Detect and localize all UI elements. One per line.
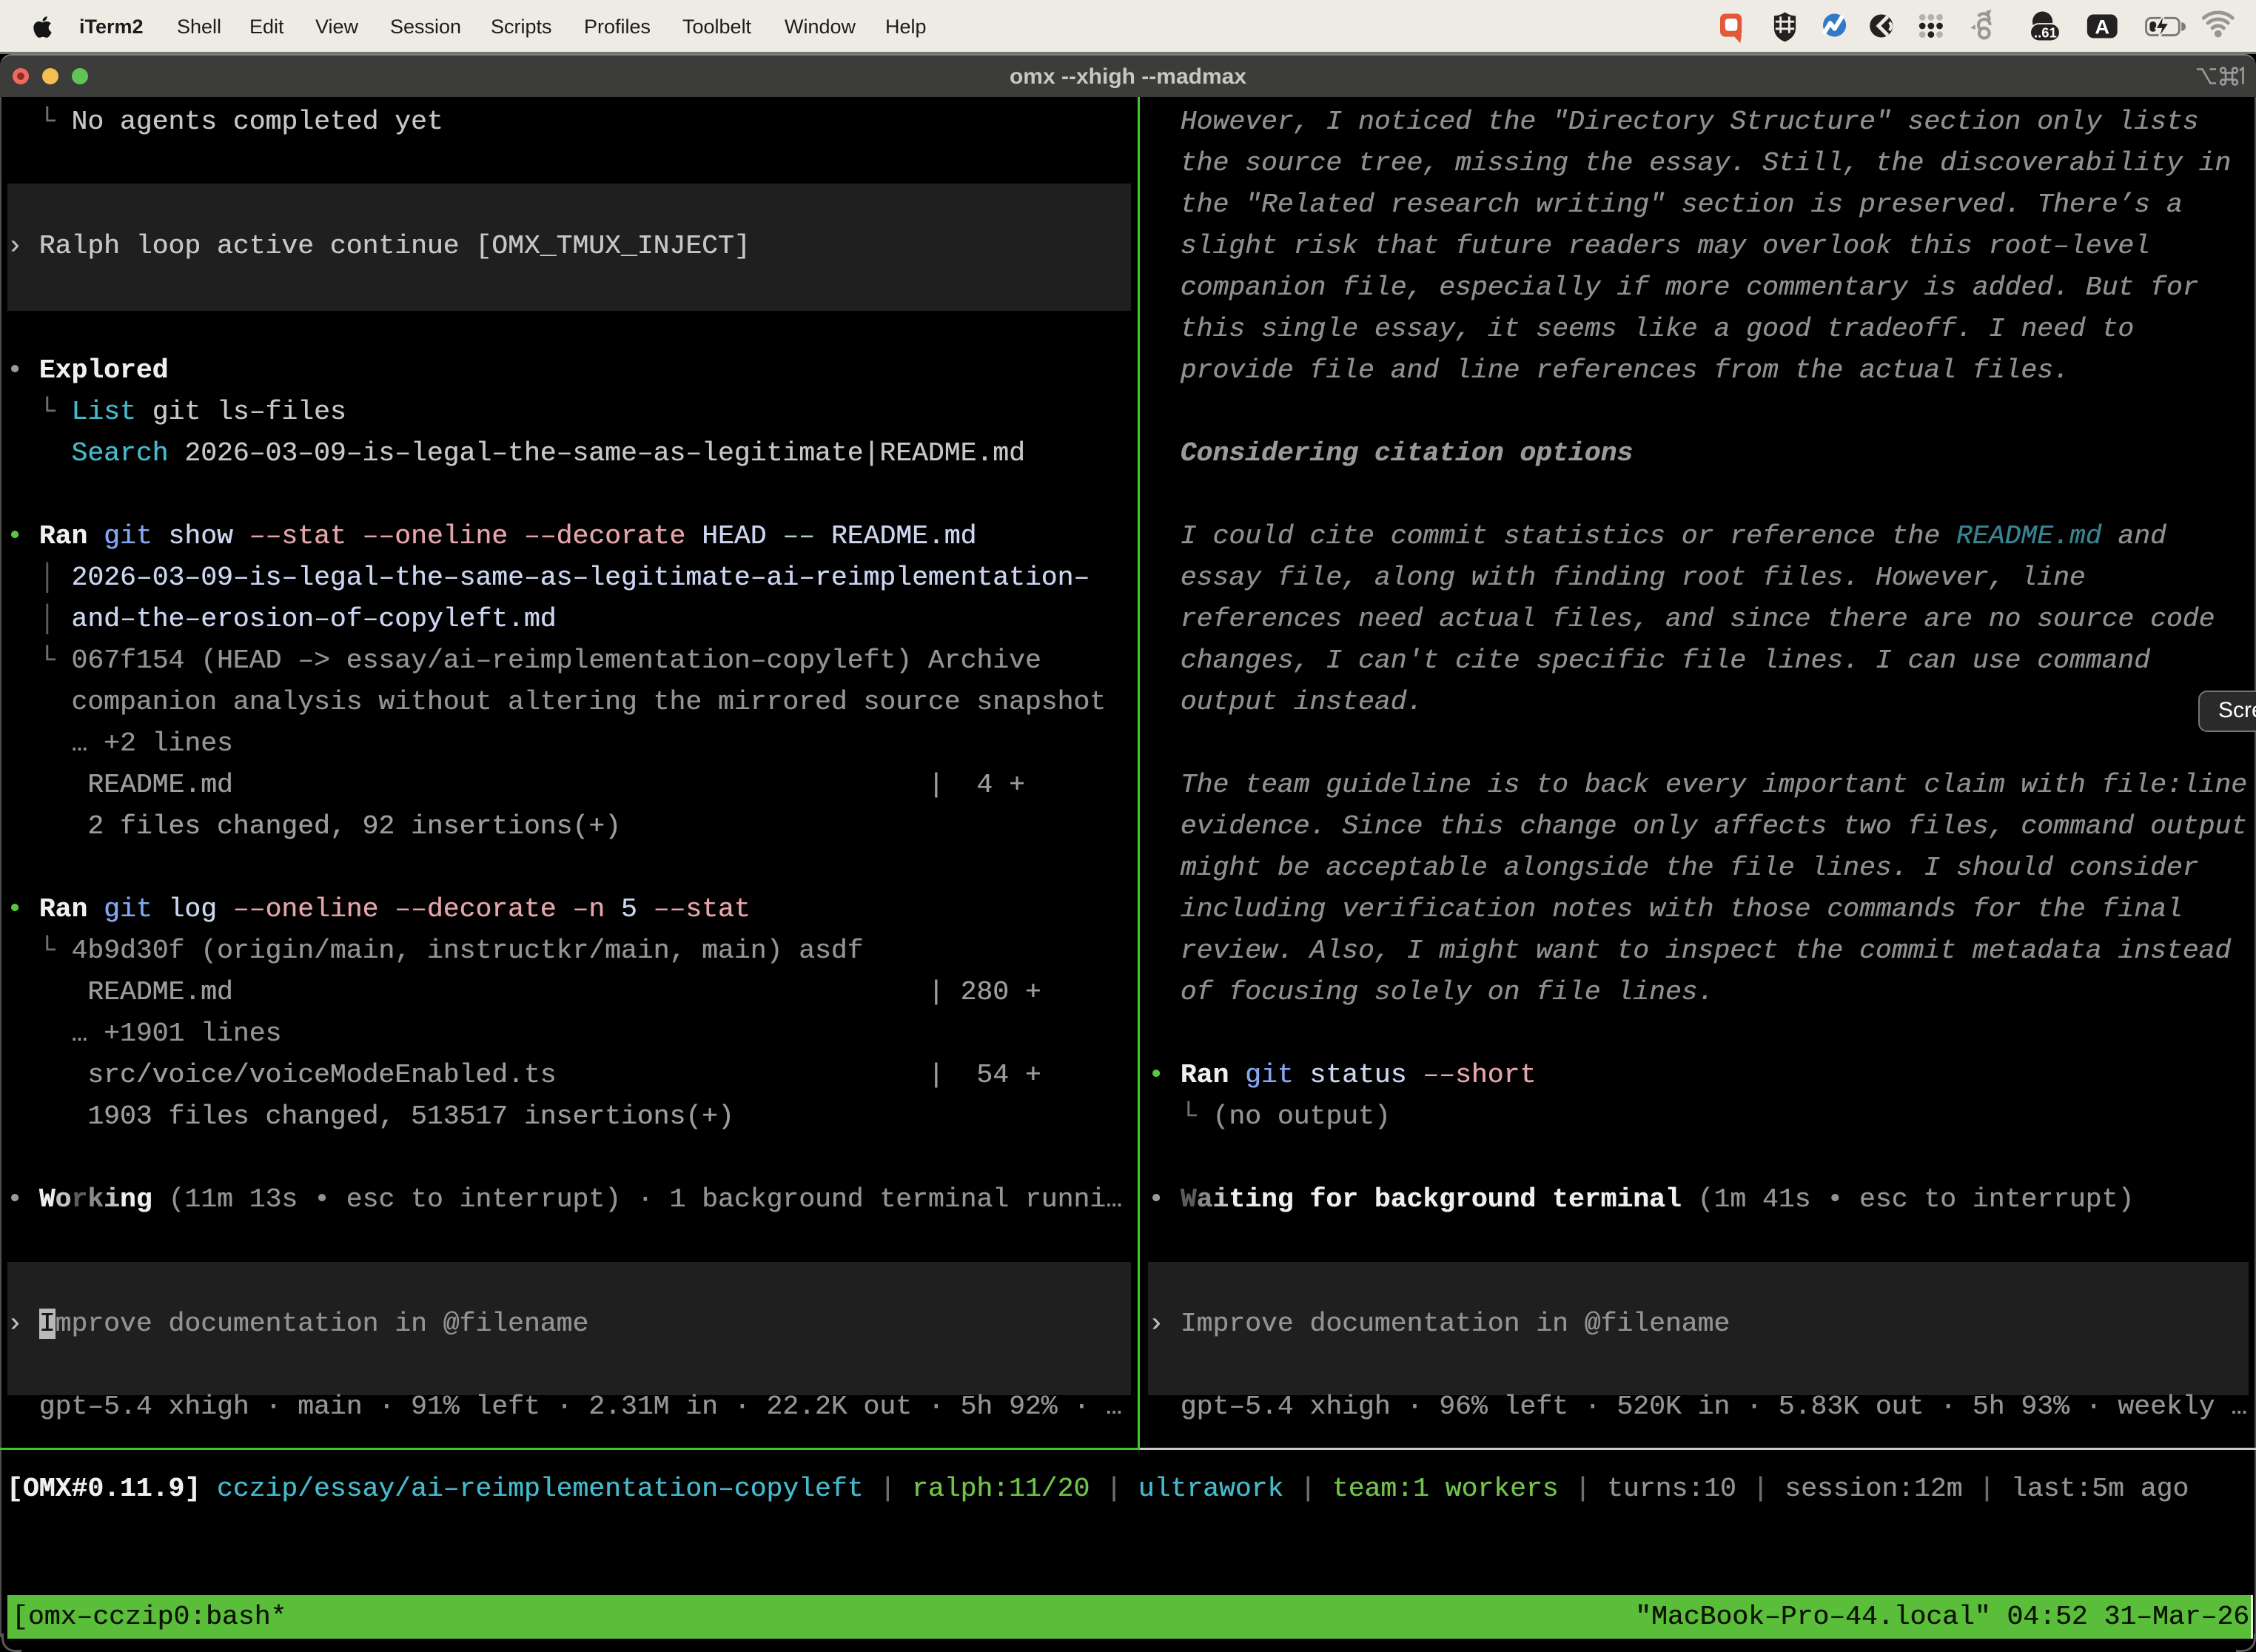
svg-text:A: A <box>2095 16 2109 38</box>
svg-text:..61: ..61 <box>2034 25 2057 41</box>
